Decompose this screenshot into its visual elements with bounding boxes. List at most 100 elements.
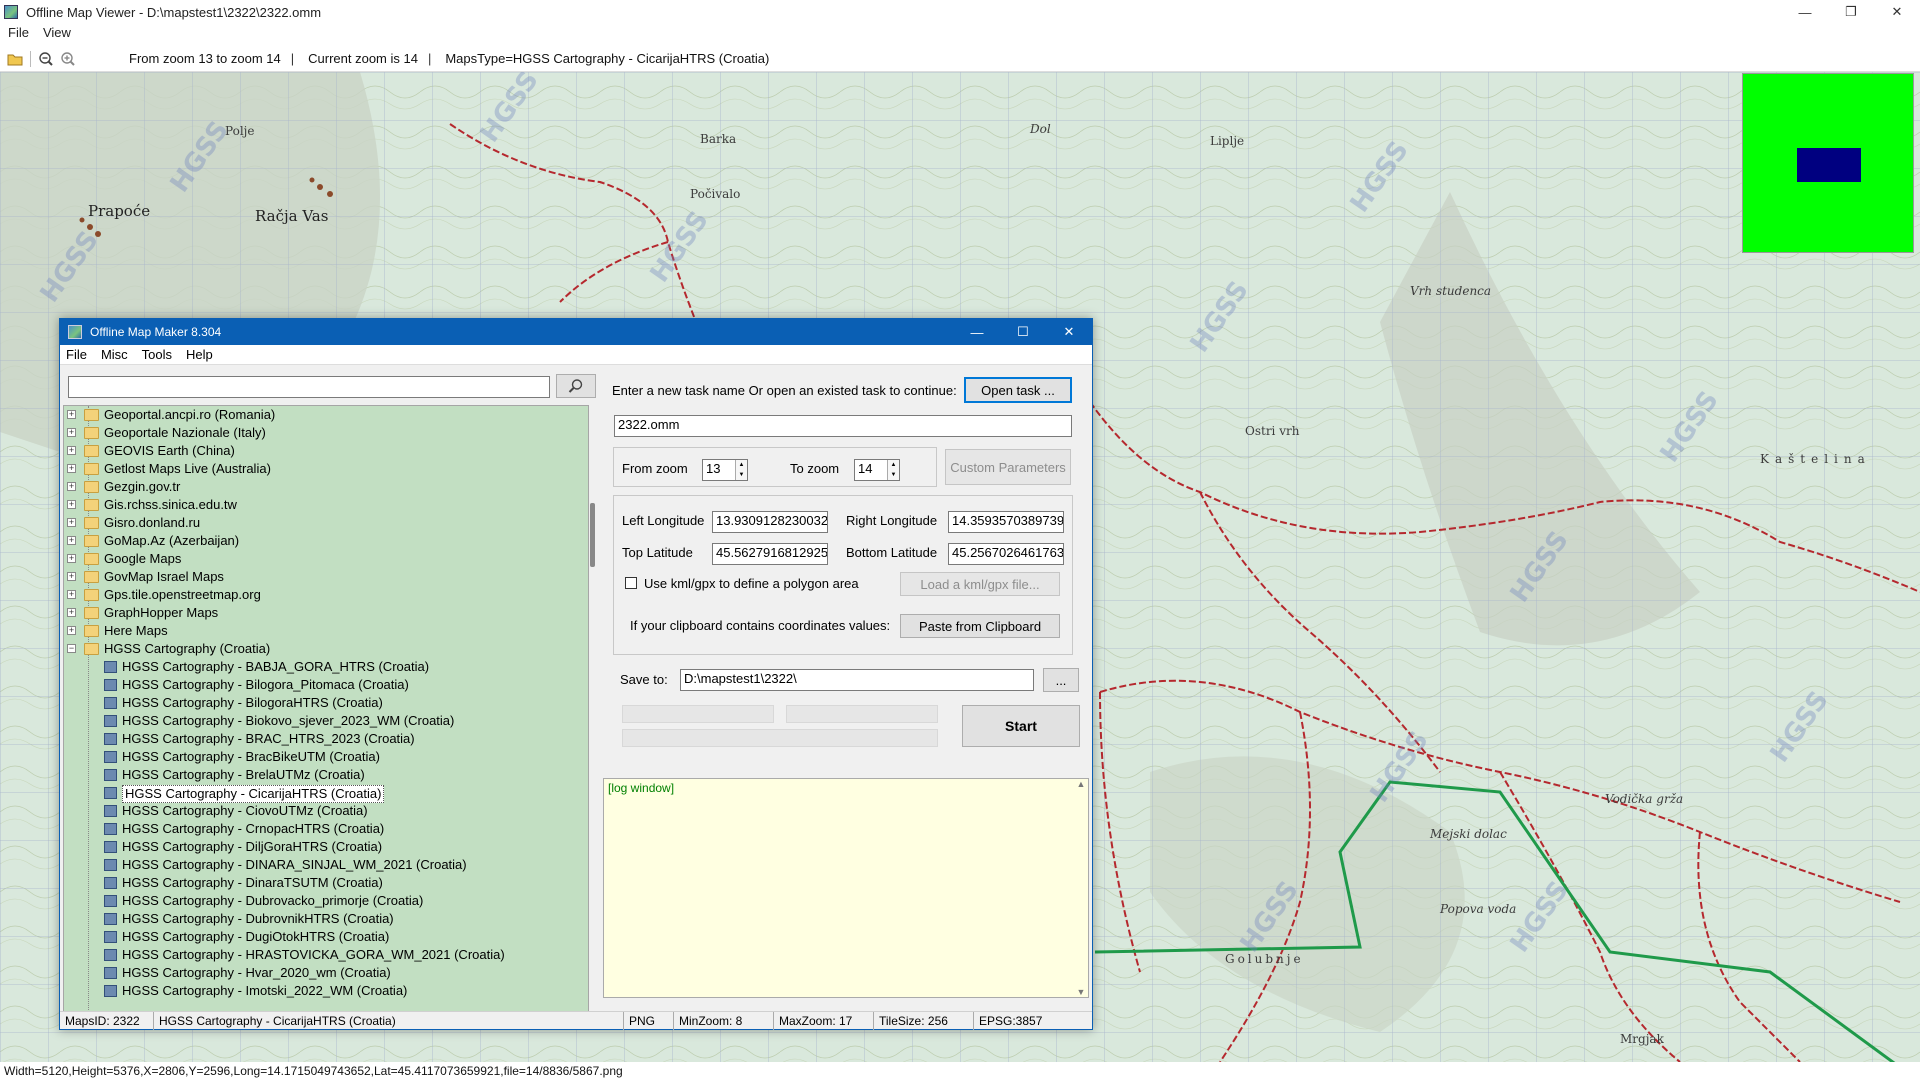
- tree-folder[interactable]: + GraphHopper Maps: [64, 604, 588, 622]
- close-button[interactable]: ✕: [1046, 319, 1092, 345]
- log-window[interactable]: [log window] ▲ ▼: [603, 778, 1089, 998]
- to-zoom-spinner[interactable]: 14 ▲ ▼: [854, 459, 900, 481]
- bottom-latitude-input[interactable]: 45.2567026461763: [948, 543, 1064, 565]
- load-kml-button[interactable]: Load a kml/gpx file...: [900, 572, 1060, 596]
- tree-folder[interactable]: + GovMap Israel Maps: [64, 568, 588, 586]
- folder-icon: [84, 643, 99, 655]
- map-source-tree[interactable]: + Geoportal.ancpi.ro (Romania) + Geoportale…: [63, 405, 589, 1019]
- map-search-input[interactable]: [68, 376, 550, 398]
- tree-map-source[interactable]: HGSS Cartography - CiovoUTMz (Croatia): [64, 802, 588, 820]
- tree-map-source[interactable]: HGSS Cartography - DinaraTSUTM (Croatia): [64, 874, 588, 892]
- minimap[interactable]: [1742, 73, 1914, 253]
- expand-icon[interactable]: +: [67, 554, 76, 563]
- tree-folder[interactable]: + GEOVIS Earth (China): [64, 442, 588, 460]
- collapse-icon[interactable]: −: [67, 644, 76, 653]
- from-zoom-spinner[interactable]: 13 ▲ ▼: [702, 459, 748, 481]
- expand-icon[interactable]: +: [67, 410, 76, 419]
- spinner-arrows-icon[interactable]: ▲ ▼: [735, 460, 747, 480]
- tree-map-source[interactable]: HGSS Cartography - DINARA_SINJAL_WM_2021…: [64, 856, 588, 874]
- menu-tools[interactable]: Tools: [142, 347, 172, 362]
- map-place-label: Mrgjak: [1620, 1032, 1664, 1046]
- expand-icon[interactable]: +: [67, 446, 76, 455]
- tree-map-source[interactable]: HGSS Cartography - CicarijaHTRS (Croatia…: [64, 784, 588, 803]
- tree-folder[interactable]: + Gezgin.gov.tr: [64, 478, 588, 496]
- tree-map-source[interactable]: HGSS Cartography - HRASTOVICKA_GORA_WM_2…: [64, 946, 588, 964]
- browse-folder-button[interactable]: ...: [1043, 668, 1079, 692]
- tree-folder[interactable]: + GoMap.Az (Azerbaijan): [64, 532, 588, 550]
- map-source-icon: [104, 967, 117, 979]
- tree-map-source[interactable]: HGSS Cartography - Biokovo_sjever_2023_W…: [64, 712, 588, 730]
- tree-map-source[interactable]: HGSS Cartography - Imotski_2022_WM (Croa…: [64, 982, 588, 1000]
- tree-map-source[interactable]: HGSS Cartography - Hvar_2020_wm (Croatia…: [64, 964, 588, 982]
- tree-map-source[interactable]: HGSS Cartography - Dubrovacko_primorje (…: [64, 892, 588, 910]
- tree-map-source[interactable]: HGSS Cartography - Bilogora_Pitomaca (Cr…: [64, 676, 588, 694]
- close-button[interactable]: ✕: [1874, 0, 1920, 24]
- save-to-label: Save to:: [620, 672, 668, 687]
- open-folder-icon[interactable]: [4, 48, 26, 70]
- tree-item-label: GraphHopper Maps: [104, 605, 219, 620]
- tree-folder[interactable]: + Gis.rchss.sinica.edu.tw: [64, 496, 588, 514]
- expand-icon[interactable]: +: [67, 482, 76, 491]
- menu-view[interactable]: View: [43, 25, 71, 40]
- menu-help[interactable]: Help: [186, 347, 213, 362]
- tree-folder[interactable]: + Google Maps: [64, 550, 588, 568]
- viewer-status-bar: Width=5120,Height=5376,X=2806,Y=2596,Lon…: [0, 1062, 1920, 1080]
- map-place-label: Barka: [700, 132, 737, 146]
- tree-map-source[interactable]: HGSS Cartography - BABJA_GORA_HTRS (Croa…: [64, 658, 588, 676]
- maximize-button[interactable]: ☐: [1000, 319, 1046, 345]
- zoom-out-icon[interactable]: [35, 48, 57, 70]
- tree-folder[interactable]: + Geoportal.ancpi.ro (Romania): [64, 406, 588, 424]
- use-kml-checkbox[interactable]: [625, 577, 637, 589]
- tree-folder[interactable]: + Geoportale Nazionale (Italy): [64, 424, 588, 442]
- tree-folder[interactable]: + Gps.tile.openstreetmap.org: [64, 586, 588, 604]
- expand-icon[interactable]: +: [67, 626, 76, 635]
- spinner-arrows-icon[interactable]: ▲ ▼: [887, 460, 899, 480]
- expand-icon[interactable]: +: [67, 428, 76, 437]
- expand-icon[interactable]: +: [67, 536, 76, 545]
- tree-map-source[interactable]: HGSS Cartography - BrelaUTMz (Croatia): [64, 766, 588, 784]
- left-longitude-input[interactable]: 13.9309128230032: [712, 511, 828, 533]
- expand-icon[interactable]: +: [67, 500, 76, 509]
- zoom-in-icon[interactable]: [57, 48, 79, 70]
- tree-map-source[interactable]: HGSS Cartography - CrnopacHTRS (Croatia): [64, 820, 588, 838]
- menu-file[interactable]: File: [8, 25, 29, 40]
- save-path-input[interactable]: D:\mapstest1\2322\: [680, 669, 1034, 691]
- custom-parameters-button[interactable]: Custom Parameters: [945, 449, 1071, 485]
- tree-map-source[interactable]: HGSS Cartography - BracBikeUTM (Croatia): [64, 748, 588, 766]
- search-button[interactable]: [556, 374, 596, 398]
- map-source-icon: [104, 715, 117, 727]
- tree-map-source[interactable]: HGSS Cartography - BRAC_HTRS_2023 (Croat…: [64, 730, 588, 748]
- log-scrollbar[interactable]: ▲ ▼: [1074, 779, 1088, 997]
- start-button[interactable]: Start: [962, 705, 1080, 747]
- tree-map-source[interactable]: HGSS Cartography - BilogoraHTRS (Croatia…: [64, 694, 588, 712]
- tree-folder[interactable]: + Here Maps: [64, 622, 588, 640]
- tree-map-source[interactable]: HGSS Cartography - DiljGoraHTRS (Croatia…: [64, 838, 588, 856]
- paste-from-clipboard-button[interactable]: Paste from Clipboard: [900, 614, 1060, 638]
- open-task-button[interactable]: Open task ...: [964, 377, 1072, 403]
- map-place-label: Prapoće: [88, 202, 151, 220]
- tree-folder[interactable]: + Getlost Maps Live (Australia): [64, 460, 588, 478]
- map-place-label: Račja Vas: [255, 207, 329, 225]
- menu-file[interactable]: File: [66, 347, 87, 362]
- expand-icon[interactable]: +: [67, 518, 76, 527]
- tree-map-source[interactable]: HGSS Cartography - DubrovnikHTRS (Croati…: [64, 910, 588, 928]
- minimap-viewport[interactable]: [1797, 148, 1861, 182]
- dialog-menubar: File Misc Tools Help: [60, 345, 1092, 365]
- task-name-input[interactable]: 2322.omm: [614, 415, 1072, 437]
- restore-button[interactable]: ❐: [1828, 0, 1874, 24]
- tree-folder-open[interactable]: − HGSS Cartography (Croatia): [64, 640, 588, 658]
- tree-scrollbar[interactable]: [590, 405, 596, 1019]
- map-source-icon: [104, 805, 117, 817]
- top-latitude-input[interactable]: 45.5627916812925: [712, 543, 828, 565]
- menu-misc[interactable]: Misc: [101, 347, 128, 362]
- expand-icon[interactable]: +: [67, 572, 76, 581]
- folder-icon: [84, 535, 99, 547]
- tree-map-source[interactable]: HGSS Cartography - DugiOtokHTRS (Croatia…: [64, 928, 588, 946]
- expand-icon[interactable]: +: [67, 464, 76, 473]
- right-longitude-input[interactable]: 14.3593570389739: [948, 511, 1064, 533]
- minimize-button[interactable]: —: [1782, 0, 1828, 24]
- tree-folder[interactable]: + Gisro.donland.ru: [64, 514, 588, 532]
- minimize-button[interactable]: —: [954, 319, 1000, 345]
- expand-icon[interactable]: +: [67, 590, 76, 599]
- expand-icon[interactable]: +: [67, 608, 76, 617]
